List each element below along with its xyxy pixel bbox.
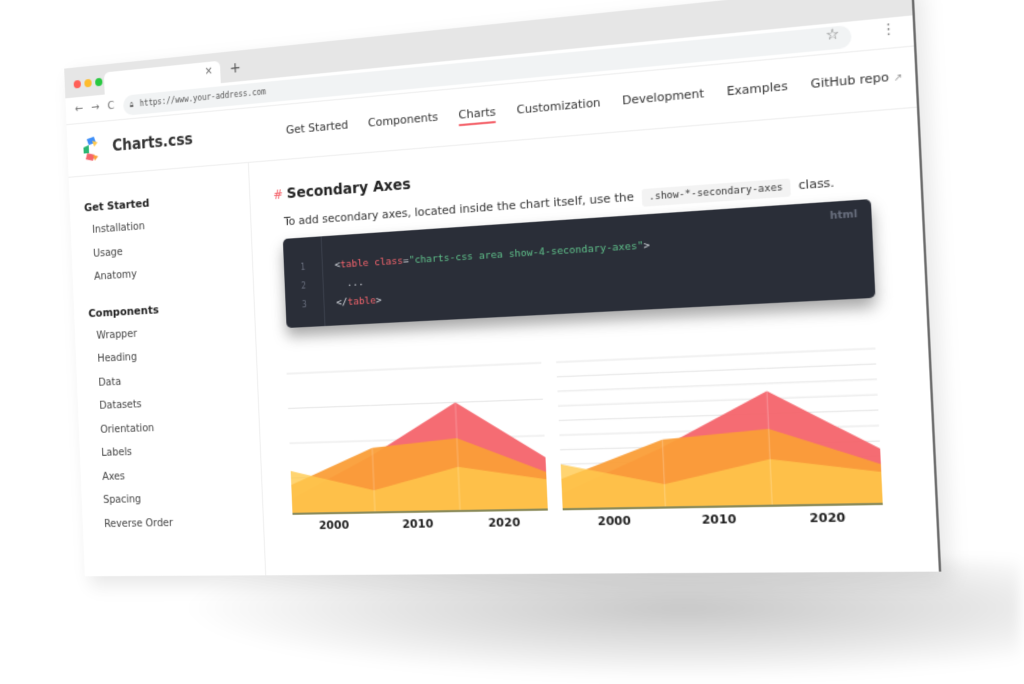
code-attr: class bbox=[368, 255, 404, 269]
code-tag: table bbox=[347, 294, 377, 309]
code-tag: table bbox=[340, 257, 369, 271]
nav-development[interactable]: Development bbox=[622, 86, 705, 112]
charts-row: 2000 2010 2020 2000 2010 2020 bbox=[286, 343, 910, 533]
x-label: 2010 bbox=[701, 511, 737, 528]
area-chart-4-axes: 2000 2010 2020 bbox=[286, 358, 548, 532]
nav-get-started[interactable]: Get Started bbox=[286, 118, 349, 141]
line-number: 2 bbox=[301, 281, 307, 291]
line-number: 1 bbox=[300, 262, 306, 273]
code-lines: <table class="charts-css area show-4-sec… bbox=[334, 236, 652, 313]
nav-charts[interactable]: Charts bbox=[458, 105, 496, 126]
main-content: # Secondary Axes To add secondary axes, l… bbox=[249, 107, 939, 576]
nav-github-label: GitHub repo bbox=[810, 69, 890, 92]
browser-menu-icon[interactable]: ⋮ bbox=[880, 20, 896, 39]
forward-icon[interactable]: → bbox=[91, 100, 100, 114]
x-axis-labels: 2000 2010 2020 bbox=[293, 515, 549, 533]
browser-window: × + ← → C 🔒︎ https://www.your-address.co… bbox=[64, 0, 942, 577]
new-tab-button[interactable]: + bbox=[229, 60, 241, 78]
secondary-axis-line bbox=[288, 399, 543, 408]
line-numbers: 1 2 3 bbox=[282, 236, 326, 329]
nav-github-repo[interactable]: GitHub repo ↗ bbox=[810, 68, 903, 96]
lock-icon: 🔒︎ bbox=[129, 99, 134, 110]
sidebar-item-reverse-order[interactable]: Reverse Order bbox=[104, 515, 264, 541]
close-tab-icon[interactable]: × bbox=[205, 66, 213, 78]
url-text: https://www.your-address.com bbox=[139, 87, 267, 109]
charts-css-logo-icon[interactable] bbox=[81, 136, 100, 163]
area-chart-10-axes: 2000 2010 2020 bbox=[556, 346, 846, 529]
sidebar-item-spacing[interactable]: Spacing bbox=[103, 491, 263, 518]
x-label: 2000 bbox=[318, 518, 350, 533]
sidebar-section-components: Components bbox=[88, 302, 159, 320]
anchor-hash-link[interactable]: # bbox=[273, 187, 283, 202]
nav-components[interactable]: Components bbox=[368, 110, 439, 134]
back-icon[interactable]: ← bbox=[74, 102, 83, 116]
secondary-axis-line bbox=[558, 395, 878, 406]
x-label: 2000 bbox=[597, 513, 632, 529]
reload-icon[interactable]: C bbox=[107, 99, 114, 113]
area-chart-svg bbox=[286, 358, 547, 514]
code-language-label: html bbox=[829, 209, 858, 223]
x-label: 2020 bbox=[487, 515, 521, 530]
sidebar-item-axes[interactable]: Axes bbox=[102, 466, 262, 494]
description-text-end: class. bbox=[798, 175, 835, 193]
x-axis-labels: 2000 2010 2020 bbox=[563, 510, 884, 529]
close-window-dot[interactable] bbox=[73, 79, 82, 89]
sidebar: Get Started Installation Usage Anatomy C… bbox=[68, 161, 267, 577]
secondary-axis-line bbox=[557, 364, 876, 377]
x-label: 2010 bbox=[401, 516, 434, 532]
bookmark-star-icon[interactable]: ☆ bbox=[825, 26, 839, 44]
sidebar-section-get-started: Get Started bbox=[83, 196, 150, 215]
code-punct: > bbox=[643, 239, 651, 253]
section-title: Secondary Axes bbox=[286, 176, 412, 203]
nav-customization[interactable]: Customization bbox=[516, 95, 601, 121]
maximize-window-dot[interactable] bbox=[95, 77, 103, 87]
nav-examples[interactable]: Examples bbox=[726, 79, 788, 103]
minimize-window-dot[interactable] bbox=[84, 78, 92, 88]
area-chart-svg bbox=[556, 344, 883, 510]
page-body: Get Started Installation Usage Anatomy C… bbox=[68, 107, 939, 577]
window-controls bbox=[73, 77, 103, 89]
external-link-icon: ↗ bbox=[893, 71, 904, 85]
x-label: 2020 bbox=[809, 510, 846, 526]
secondary-axis-line bbox=[557, 379, 876, 391]
secondary-axis-line bbox=[556, 348, 875, 362]
stage: × + ← → C 🔒︎ https://www.your-address.co… bbox=[0, 0, 1024, 684]
line-number: 3 bbox=[301, 299, 308, 310]
code-punct: > bbox=[375, 294, 382, 307]
secondary-axis-line bbox=[287, 363, 542, 374]
inline-code-class: .show-*-secondary-axes bbox=[641, 178, 791, 207]
site-brand[interactable]: Charts.css bbox=[112, 130, 193, 155]
